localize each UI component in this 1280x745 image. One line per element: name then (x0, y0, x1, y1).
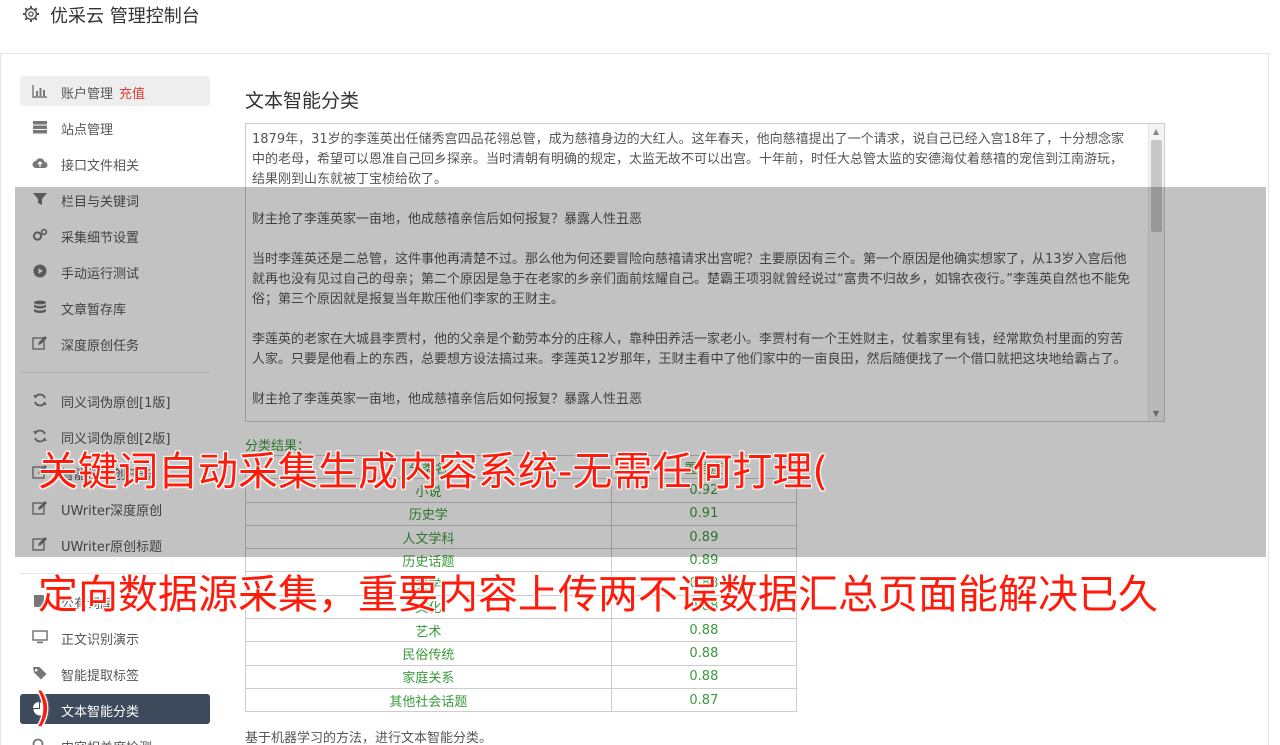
server-icon (32, 120, 48, 134)
sidebar-item-label: 智能提取标签 (61, 669, 140, 684)
sidebar-item-relevance[interactable]: 内容相关度检测 (20, 730, 210, 745)
tag-icon (32, 666, 48, 680)
table-row: 其他社会话题 0.87 (245, 687, 798, 713)
recharge-link[interactable]: 充值 (119, 87, 145, 102)
sidebar-item-label: 账户管理 (61, 87, 114, 102)
sidebar-item-label: 正文识别演示 (61, 633, 140, 648)
category-cell: 民俗传统 (245, 641, 612, 666)
sidebar-item-extract-tags[interactable]: 智能提取标签 (20, 658, 210, 688)
sidebar-item-sites[interactable]: 站点管理 (20, 112, 210, 142)
table-row: 艺术 0.88 (245, 618, 798, 643)
sidebar-item-label: 站点管理 (61, 123, 114, 138)
window-border (1268, 0, 1269, 745)
confidence-cell: 0.88 (610, 618, 798, 643)
article-paragraph: 1879年，31岁的李莲英出任储秀宫四品花翎总管，成为慈禧身边的大红人。这年春天… (252, 132, 1125, 187)
confidence-cell: 0.88 (610, 664, 798, 689)
window-border (0, 0, 1, 745)
bar-chart-icon (32, 84, 48, 98)
gray-overlay (15, 187, 1266, 557)
app-title: 优采云 管理控制台 (50, 6, 200, 27)
description-text: 基于机器学习的方法，进行文本智能分类。 (245, 731, 493, 745)
sidebar-item-label: 内容相关度检测 (61, 737, 152, 745)
confidence-cell: 0.87 (610, 687, 798, 713)
sidebar-item-label: 文本智能分类 (61, 705, 140, 720)
banner-line: 关键词自动采集生成内容系统-无需任何打理( (38, 449, 829, 495)
page-title: 文本智能分类 (245, 90, 360, 112)
scroll-up-icon[interactable]: ▲ (1153, 127, 1159, 136)
header: 优采云 管理控制台 (0, 0, 1270, 54)
desktop-icon (32, 630, 48, 644)
category-cell: 家庭关系 (245, 664, 612, 689)
sidebar-item-account[interactable]: 账户管理 充值 (20, 76, 210, 106)
banner-line: ) (35, 685, 51, 731)
table-row: 民俗传统 0.88 (245, 641, 798, 666)
sidebar-item-interface[interactable]: 接口文件相关 (20, 148, 210, 178)
sidebar-item-label: 接口文件相关 (61, 159, 140, 174)
banner-line: 定向数据源采集，重要内容上传两不误数据汇总页面能解决已久 (38, 572, 1158, 618)
cloud-upload-icon (32, 156, 48, 170)
gear-icon[interactable] (22, 5, 40, 23)
confidence-cell: 0.88 (610, 641, 798, 666)
table-row: 家庭关系 0.88 (245, 664, 798, 689)
category-cell: 其他社会话题 (245, 687, 612, 713)
category-cell: 艺术 (245, 618, 612, 643)
sidebar-item-text-recognition[interactable]: 正文识别演示 (20, 622, 210, 652)
search-icon (32, 738, 48, 745)
